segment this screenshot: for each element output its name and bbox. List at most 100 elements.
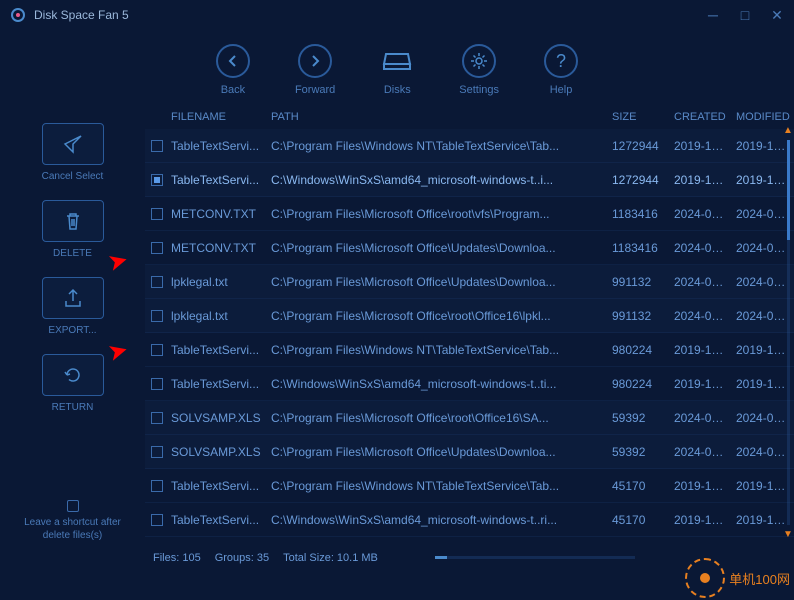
row-checkbox[interactable]: [151, 174, 163, 186]
cell-path: C:\Program Files\Microsoft Office\root\v…: [267, 207, 608, 221]
table-row[interactable]: TableTextServi...C:\Windows\WinSxS\amd64…: [145, 367, 794, 401]
col-path[interactable]: PATH: [267, 111, 608, 123]
cell-filename: METCONV.TXT: [167, 207, 267, 221]
toolbar: Back Forward Disks Settings ? Help: [0, 30, 794, 105]
table-row[interactable]: TableTextServi...C:\Windows\WinSxS\amd64…: [145, 503, 794, 537]
table-row[interactable]: SOLVSAMP.XLSC:\Program Files\Microsoft O…: [145, 401, 794, 435]
forward-icon: [298, 44, 332, 78]
status-total: Total Size: 10.1 MB: [283, 552, 378, 564]
scroll-track[interactable]: [787, 140, 790, 525]
table-row[interactable]: SOLVSAMP.XLSC:\Program Files\Microsoft O…: [145, 435, 794, 469]
scrollbar[interactable]: ▲ ▼: [784, 125, 792, 540]
row-checkbox[interactable]: [151, 242, 163, 254]
cell-filename: TableTextServi...: [167, 173, 267, 187]
row-checkbox[interactable]: [151, 344, 163, 356]
scroll-down-icon[interactable]: ▼: [783, 529, 793, 540]
cell-created: 2024-06...: [670, 207, 732, 221]
row-checkbox[interactable]: [151, 310, 163, 322]
cell-created: 2024-06...: [670, 411, 732, 425]
table-row[interactable]: METCONV.TXTC:\Program Files\Microsoft Of…: [145, 231, 794, 265]
table-body: TableTextServi...C:\Program Files\Window…: [145, 129, 794, 546]
table-row[interactable]: TableTextServi...C:\Windows\WinSxS\amd64…: [145, 163, 794, 197]
cell-size: 1272944: [608, 139, 670, 153]
status-groups: Groups: 35: [215, 552, 269, 564]
cell-size: 991132: [608, 309, 670, 323]
cell-filename: TableTextServi...: [167, 343, 267, 357]
table-row[interactable]: TableTextServi...C:\Program Files\Window…: [145, 129, 794, 163]
return-button[interactable]: RETURN: [42, 354, 104, 413]
trash-icon: [42, 200, 104, 242]
row-checkbox[interactable]: [151, 412, 163, 424]
col-modified[interactable]: MODIFIED: [732, 111, 794, 123]
scroll-thumb[interactable]: [787, 140, 790, 240]
shortcut-checkbox[interactable]: [67, 500, 79, 512]
watermark: 单机100网: [685, 558, 790, 598]
cell-size: 991132: [608, 275, 670, 289]
cell-created: 2024-06...: [670, 309, 732, 323]
cell-filename: TableTextServi...: [167, 513, 267, 527]
cell-path: C:\Windows\WinSxS\amd64_microsoft-window…: [267, 173, 608, 187]
shortcut-option[interactable]: Leave a shortcut after delete files(s): [12, 500, 133, 552]
scroll-up-icon[interactable]: ▲: [783, 125, 793, 136]
settings-icon: [462, 44, 496, 78]
table-row[interactable]: METCONV.TXTC:\Program Files\Microsoft Of…: [145, 197, 794, 231]
table-header: FILENAME PATH SIZE CREATED MODIFIED: [145, 105, 794, 129]
watermark-icon: [685, 558, 725, 598]
back-button[interactable]: Back: [216, 44, 250, 96]
help-button[interactable]: ? Help: [544, 44, 578, 96]
cell-path: C:\Windows\WinSxS\amd64_microsoft-window…: [267, 377, 608, 391]
export-icon: [42, 277, 104, 319]
col-created[interactable]: CREATED: [670, 111, 732, 123]
cancel-select-button[interactable]: Cancel Select: [42, 123, 104, 182]
row-checkbox[interactable]: [151, 208, 163, 220]
cell-path: C:\Program Files\Microsoft Office\Update…: [267, 275, 608, 289]
cell-filename: SOLVSAMP.XLS: [167, 445, 267, 459]
row-checkbox[interactable]: [151, 140, 163, 152]
minimize-button[interactable]: ─: [706, 7, 720, 24]
cell-path: C:\Program Files\Windows NT\TableTextSer…: [267, 139, 608, 153]
help-icon: ?: [544, 44, 578, 78]
cell-filename: TableTextServi...: [167, 377, 267, 391]
row-checkbox[interactable]: [151, 446, 163, 458]
export-button[interactable]: EXPORT...: [42, 277, 104, 336]
col-filename[interactable]: FILENAME: [167, 111, 267, 123]
maximize-button[interactable]: □: [738, 7, 752, 24]
table-row[interactable]: lpklegal.txtC:\Program Files\Microsoft O…: [145, 265, 794, 299]
cell-size: 980224: [608, 377, 670, 391]
cell-path: C:\Program Files\Microsoft Office\Update…: [267, 445, 608, 459]
cell-created: 2019-12...: [670, 343, 732, 357]
table-row[interactable]: lpklegal.txtC:\Program Files\Microsoft O…: [145, 299, 794, 333]
cell-created: 2024-06...: [670, 445, 732, 459]
return-icon: [42, 354, 104, 396]
cell-created: 2019-12...: [670, 513, 732, 527]
cell-filename: TableTextServi...: [167, 479, 267, 493]
table-row[interactable]: TableTextServi...C:\Program Files\Window…: [145, 333, 794, 367]
cell-size: 45170: [608, 479, 670, 493]
row-checkbox[interactable]: [151, 276, 163, 288]
close-button[interactable]: ✕: [770, 7, 784, 24]
back-icon: [216, 44, 250, 78]
col-size[interactable]: SIZE: [608, 111, 670, 123]
cell-size: 1183416: [608, 241, 670, 255]
table-row[interactable]: TableTextServi...C:\Program Files\Window…: [145, 469, 794, 503]
cell-created: 2019-12...: [670, 139, 732, 153]
disks-button[interactable]: Disks: [380, 44, 414, 96]
row-checkbox[interactable]: [151, 378, 163, 390]
delete-button[interactable]: DELETE: [42, 200, 104, 259]
cell-path: C:\Program Files\Microsoft Office\root\O…: [267, 309, 608, 323]
cell-created: 2024-06...: [670, 275, 732, 289]
cell-filename: lpklegal.txt: [167, 275, 267, 289]
cell-size: 1183416: [608, 207, 670, 221]
settings-button[interactable]: Settings: [459, 44, 499, 96]
cell-filename: TableTextServi...: [167, 139, 267, 153]
cell-path: C:\Program Files\Microsoft Office\root\O…: [267, 411, 608, 425]
disks-icon: [380, 44, 414, 78]
titlebar: Disk Space Fan 5 ─ □ ✕: [0, 0, 794, 30]
forward-button[interactable]: Forward: [295, 44, 335, 96]
cell-filename: SOLVSAMP.XLS: [167, 411, 267, 425]
cell-filename: lpklegal.txt: [167, 309, 267, 323]
row-checkbox[interactable]: [151, 480, 163, 492]
cell-size: 59392: [608, 411, 670, 425]
progress-bar: [435, 556, 635, 559]
row-checkbox[interactable]: [151, 514, 163, 526]
